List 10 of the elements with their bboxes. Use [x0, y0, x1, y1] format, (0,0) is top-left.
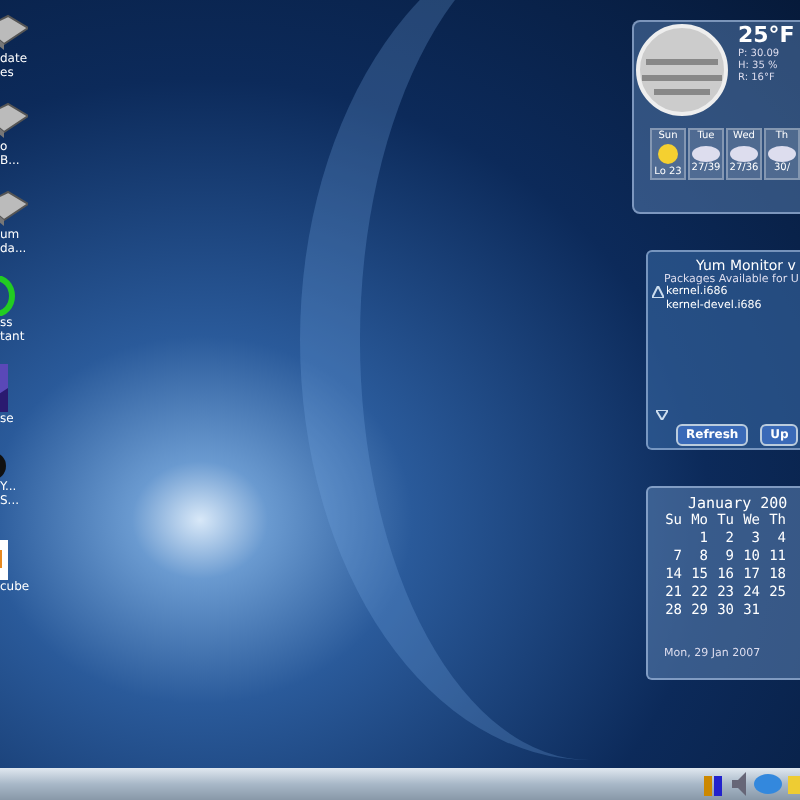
sun-icon [656, 142, 680, 166]
cloud-icon [730, 142, 758, 162]
cloud-icon [692, 142, 720, 162]
speaker-icon[interactable] [732, 772, 748, 796]
down-arrow-icon[interactable] [656, 410, 668, 420]
cloud-icon [768, 142, 796, 162]
temperature: 25°F [738, 22, 795, 48]
warning-icon [652, 286, 664, 298]
battery-icon[interactable] [702, 772, 726, 796]
globe-icon [634, 22, 730, 118]
